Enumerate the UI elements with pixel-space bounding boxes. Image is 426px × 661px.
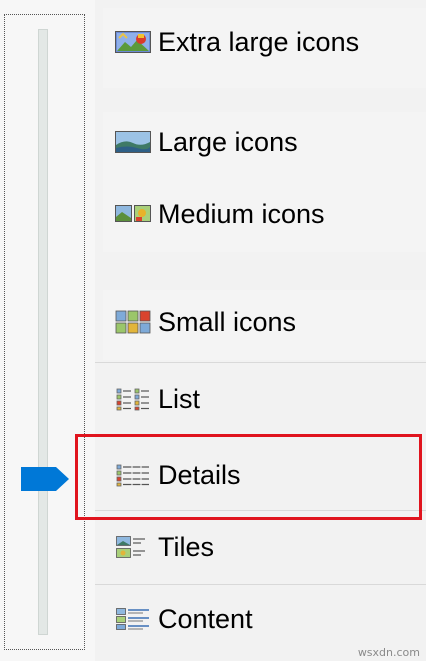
slider-thumb[interactable] bbox=[20, 466, 70, 492]
extra-large-icons-icon bbox=[115, 31, 151, 53]
menu-item-label: Extra large icons bbox=[158, 26, 360, 57]
menu-separator bbox=[95, 584, 426, 585]
menu-separator bbox=[95, 362, 426, 363]
menu-item-small-icons[interactable]: Small icons bbox=[115, 297, 296, 347]
menu-item-label: List bbox=[158, 383, 201, 414]
menu-item-medium-icons[interactable]: Medium icons bbox=[115, 189, 325, 239]
slider-track[interactable] bbox=[38, 29, 48, 635]
content-icon bbox=[116, 608, 149, 630]
menu-item-large-icons[interactable]: Large icons bbox=[115, 117, 298, 167]
menu-item-list[interactable]: List bbox=[115, 374, 200, 424]
menu-item-tiles[interactable]: Tiles bbox=[115, 522, 214, 572]
menu-item-label: Small icons bbox=[158, 306, 297, 337]
list-icon bbox=[116, 388, 149, 411]
watermark: wsxdn.com bbox=[357, 646, 420, 659]
small-icons-icon bbox=[115, 310, 151, 334]
menu-item-label: Large icons bbox=[158, 126, 298, 157]
large-icons-icon bbox=[115, 131, 151, 153]
annotation-highlight-box bbox=[75, 434, 422, 520]
menu-item-extra-large-icons[interactable]: Extra large icons bbox=[115, 17, 359, 67]
menu-item-content[interactable]: Content bbox=[115, 594, 253, 644]
view-menu: Extra large icons Large icons Medium ico… bbox=[95, 0, 426, 661]
medium-icons-icon bbox=[115, 205, 151, 222]
menu-item-label: Medium icons bbox=[158, 198, 325, 229]
view-size-slider[interactable] bbox=[0, 0, 95, 661]
tiles-icon bbox=[116, 536, 145, 558]
menu-item-label: Tiles bbox=[158, 531, 215, 562]
menu-item-label: Content bbox=[158, 603, 253, 634]
